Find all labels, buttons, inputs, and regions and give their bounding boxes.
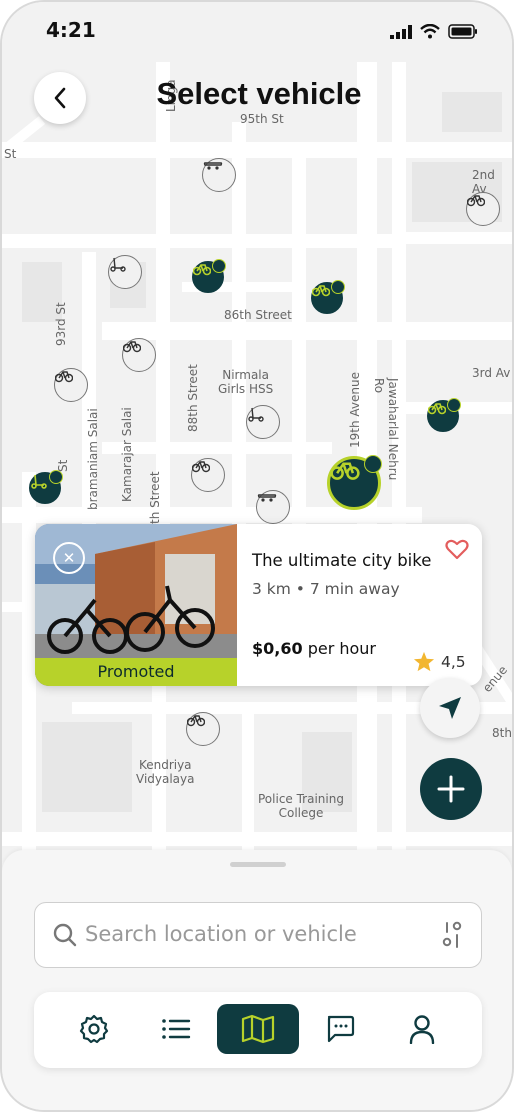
promoted-label: Promoted (35, 658, 237, 686)
wifi-icon (420, 24, 440, 39)
status-time: 4:21 (46, 18, 96, 42)
bike-icon (192, 461, 210, 473)
search-bar[interactable] (34, 902, 482, 968)
favorite-button[interactable] (445, 538, 469, 564)
vehicle-title: The ultimate city bike (252, 551, 432, 570)
map-label-nirmala: Nirmala Girls HSS (218, 368, 274, 396)
bike-icon (467, 195, 485, 207)
selected-bike-marker[interactable] (327, 455, 382, 510)
list-icon (162, 1019, 191, 1039)
scooter-icon (248, 407, 264, 422)
map-label-subramaniam: bramaniam Salai (86, 408, 100, 510)
map-label-8th: 8th (492, 726, 512, 740)
vehicle-rating: 4,5 (413, 651, 466, 672)
promo-badge-icon (447, 398, 461, 412)
map-label-kendriya: Kendriya Vidyalaya (136, 758, 195, 786)
bike-marker[interactable] (466, 192, 500, 226)
promoted-bike-marker[interactable] (427, 398, 461, 432)
tab-messages[interactable] (299, 1004, 381, 1054)
skateboard-marker[interactable] (256, 490, 290, 524)
map-label-19th: 19th Avenue (348, 372, 362, 448)
map-icon (241, 1014, 275, 1044)
profile-icon (409, 1015, 435, 1044)
signal-icon (390, 24, 412, 39)
scooter-icon (31, 474, 47, 489)
tab-bar (34, 992, 482, 1068)
skateboard-icon (203, 162, 223, 170)
map-label-st: St (4, 147, 17, 161)
promo-badge-icon (364, 455, 382, 473)
bike-marker[interactable] (186, 712, 220, 746)
close-card-button[interactable]: ✕ (53, 542, 85, 574)
heart-icon (445, 539, 469, 560)
battery-icon (448, 24, 477, 39)
tab-list[interactable] (135, 1004, 217, 1054)
promo-badge-icon (49, 470, 63, 484)
map-label-police: Police Training College (258, 792, 344, 820)
plus-icon (437, 775, 465, 803)
bike-icon (193, 264, 211, 276)
search-input[interactable] (83, 921, 427, 947)
skateboard-icon (257, 494, 277, 502)
close-icon: ✕ (62, 549, 76, 567)
scooter-marker[interactable] (108, 255, 142, 289)
bike-icon (123, 341, 141, 353)
bike-icon (55, 371, 73, 383)
map-label-3rd-av: 3rd Av (472, 366, 511, 380)
promoted-bike-marker[interactable] (192, 259, 226, 293)
bike-marker[interactable] (122, 338, 156, 372)
bike-icon (330, 462, 360, 480)
price-value: $0,60 (252, 639, 303, 658)
navigation-arrow-icon (439, 697, 461, 719)
tab-profile[interactable] (381, 1004, 463, 1054)
page-title: Select vehicle (156, 76, 362, 111)
skateboard-marker[interactable] (202, 158, 236, 192)
vehicle-photo: ✕ Promoted (35, 524, 237, 686)
tab-map[interactable] (217, 1004, 299, 1054)
filter-icon[interactable] (441, 921, 463, 949)
chat-icon (327, 1015, 355, 1043)
promoted-bike-marker[interactable] (311, 280, 345, 314)
settings-icon (79, 1014, 109, 1044)
map-label-kamarajar: Kamarajar Salai (120, 407, 134, 502)
search-icon (53, 923, 77, 947)
tab-settings[interactable] (53, 1004, 135, 1054)
bike-icon (428, 403, 446, 415)
map-label-th-street: th Street (148, 471, 162, 524)
bike-marker[interactable] (54, 368, 88, 402)
locate-button[interactable] (420, 678, 480, 738)
bottom-sheet (2, 850, 512, 1110)
vehicle-price: $0,60 per hour (252, 639, 376, 658)
price-unit: per hour (302, 639, 377, 658)
rating-value: 4,5 (441, 652, 466, 671)
map-label-88th: 88th Street (186, 364, 200, 432)
sheet-handle[interactable] (230, 862, 286, 867)
vehicle-distance: 3 km • 7 min away (252, 580, 400, 598)
add-button[interactable] (420, 758, 482, 820)
map-label-86th: 86th Street (224, 308, 292, 322)
vehicle-card[interactable]: ✕ Promoted The ultimate city bike 3 km •… (35, 524, 482, 686)
status-bar: 4:21 (2, 2, 512, 58)
phone-frame: 95th St Linga St 2nd Av 3rd Av 86th Stre… (0, 0, 514, 1112)
map-label-95th: 95th St (240, 112, 284, 126)
promo-badge-icon (212, 259, 226, 273)
star-icon (413, 651, 435, 672)
bike-marker[interactable] (191, 458, 225, 492)
scooter-icon (110, 257, 126, 272)
map-label-93rd: 93rd St (54, 302, 68, 346)
promo-badge-icon (331, 280, 345, 294)
promoted-scooter-marker[interactable] (29, 470, 63, 504)
scooter-marker[interactable] (246, 405, 280, 439)
bike-icon (187, 715, 205, 727)
bike-icon (312, 285, 330, 297)
